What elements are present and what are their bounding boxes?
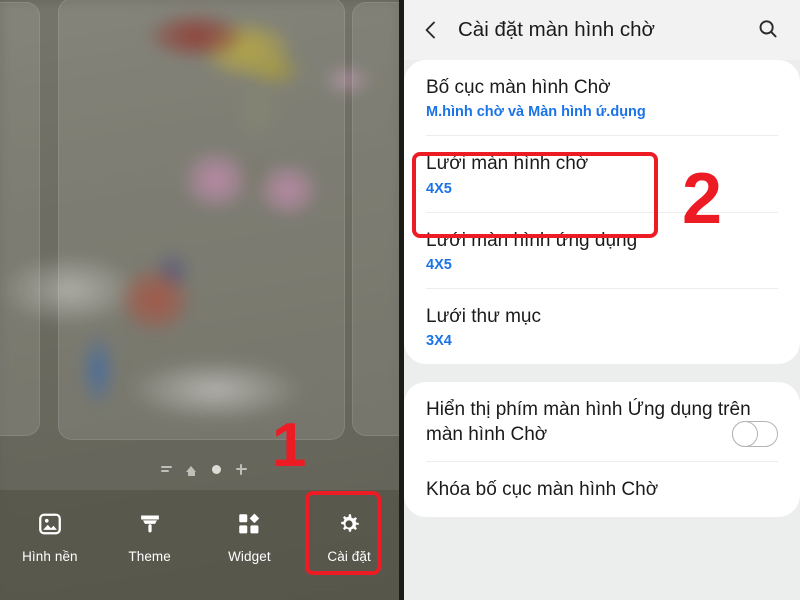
page-title: Cài đặt màn hình chờ — [458, 18, 655, 41]
settings-panel: Cài đặt màn hình chờ Bố cục màn hình Chờ… — [404, 0, 800, 600]
settings-row-apps-button[interactable]: Hiển thị phím màn hình Ứng dụng trên màn… — [404, 382, 800, 461]
apps-button-toggle[interactable] — [732, 420, 778, 447]
search-icon[interactable] — [756, 17, 782, 43]
lines-icon[interactable] — [160, 463, 172, 475]
section-gap — [404, 364, 800, 383]
screenshot-root: Hình nền Theme Widget Cài đặt 1 Cài đặt … — [0, 0, 800, 600]
annotation-step-2: 2 — [682, 159, 723, 239]
toolbar-item-settings[interactable]: Cài đặt — [299, 500, 399, 564]
settings-row-apps-grid[interactable]: Lưới màn hình ứng dụng 4X5 — [404, 213, 800, 288]
toolbar-label-theme: Theme — [128, 549, 171, 564]
settings-row-lock-layout[interactable]: Khóa bố cục màn hình Chờ — [404, 462, 800, 517]
home-page-card-current[interactable] — [58, 0, 345, 440]
page-indicator — [160, 460, 250, 478]
toolbar-item-widget[interactable]: Widget — [200, 500, 300, 564]
row-title: Hiển thị phím màn hình Ứng dụng trên màn… — [426, 399, 751, 445]
home-page-card-previous[interactable] — [0, 2, 40, 436]
row-title: Bố cục màn hình Chờ — [426, 77, 611, 98]
settings-row-home-layout[interactable]: Bố cục màn hình Chờ M.hình chờ và Màn hì… — [404, 60, 800, 135]
annotation-step-1: 1 — [272, 411, 307, 480]
home-edit-toolbar: Hình nền Theme Widget Cài đặt — [0, 490, 399, 600]
toolbar-label-widget: Widget — [228, 549, 271, 564]
toolbar-item-wallpaper[interactable]: Hình nền — [0, 500, 100, 564]
paintbrush-icon — [136, 510, 164, 538]
row-value: 4X5 — [426, 256, 452, 273]
settings-row-home-grid[interactable]: Lưới màn hình chờ 4X5 — [404, 136, 800, 211]
toolbar-label-wallpaper: Hình nền — [22, 549, 78, 564]
add-page-icon[interactable] — [235, 463, 247, 475]
row-title: Lưới màn hình chờ — [426, 153, 589, 175]
row-value: 4X5 — [426, 180, 452, 197]
home-screen-edit-panel: Hình nền Theme Widget Cài đặt — [0, 0, 399, 600]
image-icon — [36, 510, 64, 538]
toolbar-item-theme[interactable]: Theme — [100, 500, 200, 564]
widget-squares-icon — [235, 510, 263, 538]
settings-row-folder-grid[interactable]: Lưới thư mục 3X4 — [404, 289, 800, 364]
home-icon[interactable] — [185, 463, 197, 476]
page-dot-active[interactable] — [210, 463, 222, 475]
row-value: M.hình chờ và Màn hình ứ.dụng — [426, 104, 646, 121]
row-title: Khóa bố cục màn hình Chờ — [426, 478, 659, 500]
gear-icon — [335, 510, 363, 538]
chevron-left-icon[interactable] — [418, 17, 444, 43]
row-title: Lưới màn hình ứng dụng — [426, 229, 638, 251]
home-page-card-next[interactable] — [352, 2, 399, 436]
row-value: 3X4 — [426, 333, 452, 350]
row-title: Lưới thư mục — [426, 305, 541, 327]
settings-section-grid: Bố cục màn hình Chờ M.hình chờ và Màn hì… — [404, 60, 800, 365]
toolbar-label-settings: Cài đặt — [327, 549, 371, 564]
toggle-knob — [732, 420, 758, 447]
settings-section-more: Hiển thị phím màn hình Ứng dụng trên màn… — [404, 382, 800, 518]
settings-header: Cài đặt màn hình chờ — [404, 0, 800, 60]
